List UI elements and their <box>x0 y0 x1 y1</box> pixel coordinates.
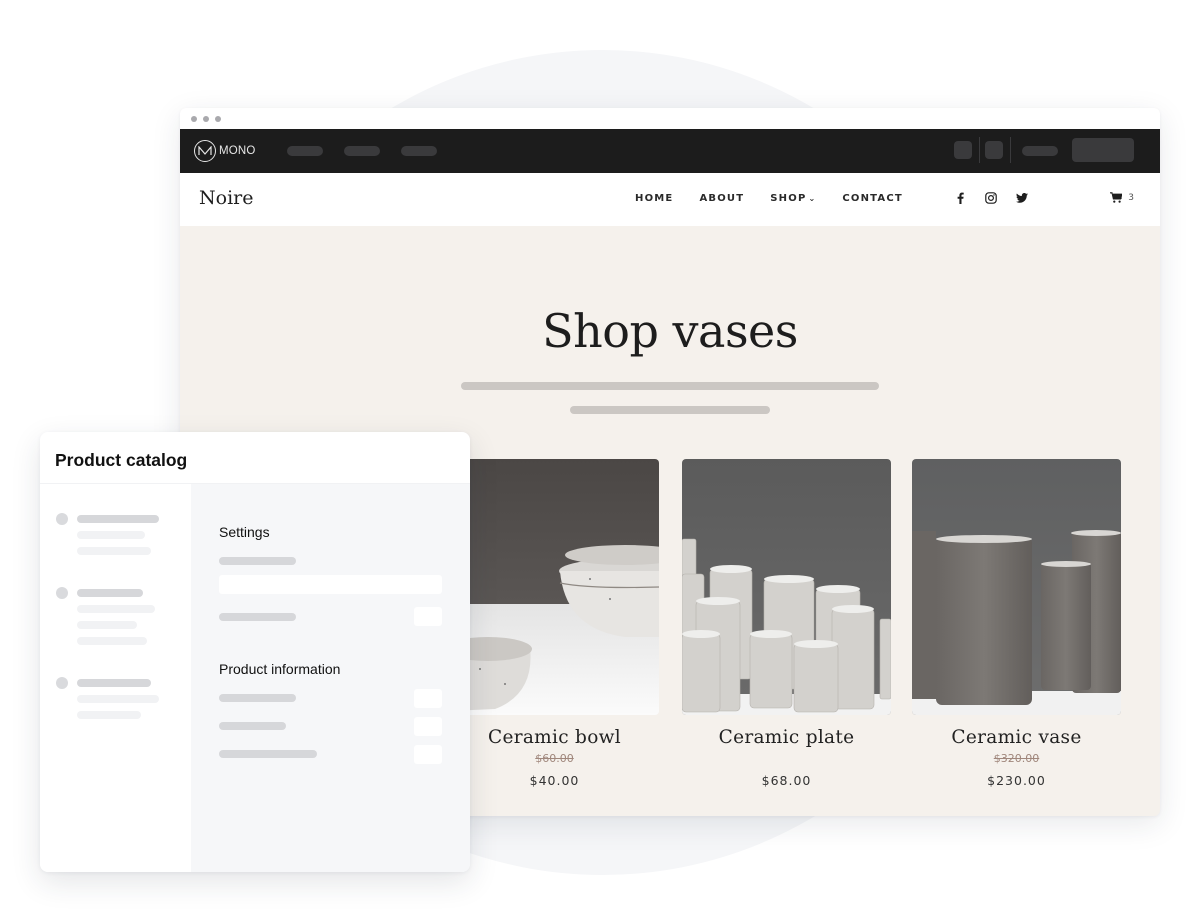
product-name[interactable]: Ceramic plate <box>682 727 891 748</box>
topbar-link-placeholder[interactable] <box>1022 146 1058 156</box>
panel-title: Product catalog <box>55 450 188 470</box>
settings-section-title: Settings <box>219 524 270 540</box>
editor-topbar: MONO <box>180 129 1160 173</box>
window-dot <box>203 116 209 122</box>
social-links <box>953 191 1029 205</box>
sidebar-subitem-placeholder <box>77 605 155 613</box>
topbar-icon-button[interactable] <box>954 141 972 159</box>
product-price: $68.00 <box>761 773 812 788</box>
window-dot <box>191 116 197 122</box>
topbar-menu-placeholder[interactable] <box>287 146 323 156</box>
sidebar-subitem-placeholder <box>77 695 159 703</box>
site-menu: HOME ABOUT SHOP ⌄ CONTACT <box>635 193 903 204</box>
info-value-field[interactable] <box>414 689 442 708</box>
setting-label-placeholder <box>219 557 296 565</box>
product-old-price: $320.00 <box>993 752 1040 765</box>
mono-logo[interactable]: MONO <box>194 140 256 162</box>
topbar-divider <box>979 137 980 163</box>
nav-shop-label: SHOP <box>770 193 807 204</box>
product-price: $40.00 <box>529 773 580 788</box>
ceramic-bowls-photo[interactable] <box>450 459 659 715</box>
panel-header: Product catalog <box>40 432 470 484</box>
mono-monogram-icon <box>194 140 216 162</box>
hero-subtitle-placeholder <box>570 406 770 414</box>
hero-subtitle-placeholder <box>461 382 879 390</box>
site-brand[interactable]: Noire <box>199 187 253 209</box>
panel-sidebar <box>40 484 191 872</box>
sidebar-item-icon <box>56 587 68 599</box>
product-name[interactable]: Ceramic vase <box>912 727 1121 748</box>
product-card[interactable]: Ceramic bowl $60.00 $40.00 <box>450 459 659 788</box>
topbar-action-button[interactable] <box>1072 138 1134 162</box>
product-price: $230.00 <box>987 773 1046 788</box>
cart-icon <box>1110 192 1123 203</box>
facebook-icon[interactable] <box>953 191 967 205</box>
window-titlebar <box>180 108 1160 129</box>
product-old-price: $60.00 <box>535 752 574 765</box>
sidebar-item-placeholder[interactable] <box>77 515 159 523</box>
nav-shop[interactable]: SHOP ⌄ <box>770 193 816 204</box>
sidebar-subitem-placeholder <box>77 621 137 629</box>
sidebar-subitem-placeholder <box>77 547 151 555</box>
product-information-section-title: Product information <box>219 661 341 677</box>
topbar-divider <box>1010 137 1011 163</box>
hero-title: Shop vases <box>542 304 798 358</box>
setting-value-field[interactable] <box>414 607 442 626</box>
info-label-placeholder <box>219 694 296 702</box>
info-value-field[interactable] <box>414 717 442 736</box>
info-label-placeholder <box>219 750 317 758</box>
info-value-field[interactable] <box>414 745 442 764</box>
sidebar-item-placeholder[interactable] <box>77 589 143 597</box>
nav-home[interactable]: HOME <box>635 193 673 204</box>
window-dot <box>215 116 221 122</box>
ceramic-pitchers-photo[interactable] <box>682 459 891 715</box>
setting-text-field[interactable] <box>219 575 442 594</box>
panel-main: Settings Product information <box>191 484 470 872</box>
sidebar-item-placeholder[interactable] <box>77 679 151 687</box>
sidebar-subitem-placeholder <box>77 637 147 645</box>
mono-logo-text: MONO <box>219 145 256 157</box>
setting-label-placeholder <box>219 613 296 621</box>
chevron-down-icon: ⌄ <box>808 194 817 203</box>
cart-count: 3 <box>1128 192 1134 203</box>
ceramic-vases-photo[interactable] <box>912 459 1121 715</box>
product-card[interactable]: Ceramic plate $68.00 <box>682 459 891 788</box>
product-old-price <box>682 752 891 770</box>
sidebar-item-icon <box>56 513 68 525</box>
nav-contact[interactable]: CONTACT <box>842 193 903 204</box>
topbar-icon-button[interactable] <box>985 141 1003 159</box>
cart-button[interactable]: 3 <box>1110 192 1134 203</box>
sidebar-subitem-placeholder <box>77 531 145 539</box>
instagram-icon[interactable] <box>984 191 998 205</box>
info-label-placeholder <box>219 722 286 730</box>
site-navbar: Noire HOME ABOUT SHOP ⌄ CONTACT 3 <box>180 173 1160 226</box>
product-name[interactable]: Ceramic bowl <box>450 727 659 748</box>
twitter-icon[interactable] <box>1015 191 1029 205</box>
nav-about[interactable]: ABOUT <box>699 193 744 204</box>
sidebar-item-icon <box>56 677 68 689</box>
product-card[interactable]: Ceramic vase $320.00 $230.00 <box>912 459 1121 788</box>
product-catalog-panel: Product catalog Settings Product informa… <box>40 432 470 872</box>
sidebar-subitem-placeholder <box>77 711 141 719</box>
topbar-menu-placeholder[interactable] <box>401 146 437 156</box>
topbar-menu-placeholder[interactable] <box>344 146 380 156</box>
